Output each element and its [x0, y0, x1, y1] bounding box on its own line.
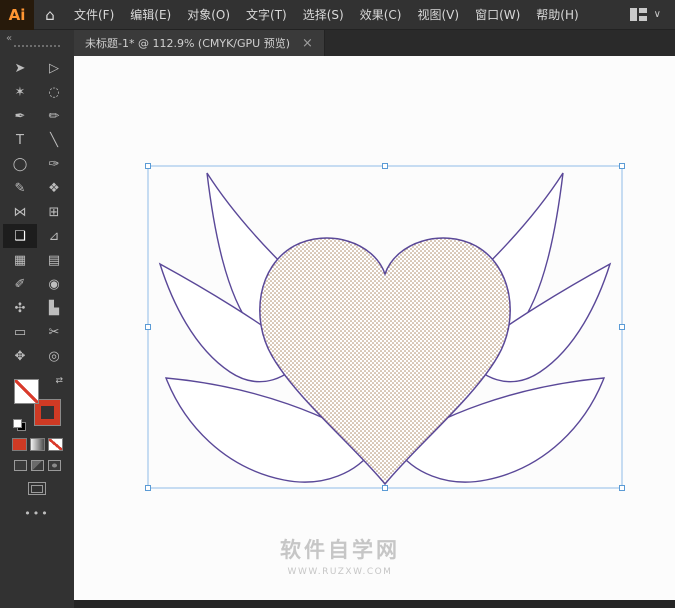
watermark-text: 软件自学网	[240, 534, 440, 564]
home-icon[interactable]: ⌂	[34, 6, 66, 24]
watermark: 软件自学网 WWW.RUZXW.COM	[240, 534, 440, 577]
swap-fill-stroke-icon[interactable]: ⇄	[55, 376, 63, 386]
paintbrush-tool[interactable]: ✑	[37, 152, 71, 176]
draw-normal-button[interactable]	[14, 460, 27, 471]
document-tab-bar: 未标题-1* @ 112.9% (CMYK/GPU 预览) ×	[74, 30, 675, 56]
selection-handle	[146, 486, 151, 491]
screen-mode-button[interactable]	[28, 482, 46, 495]
close-tab-icon[interactable]: ×	[302, 37, 313, 50]
shaper-tool[interactable]: ❖	[37, 176, 71, 200]
panel-grip[interactable]	[14, 45, 60, 47]
symbol-sprayer-tool[interactable]: ✣	[3, 296, 37, 320]
draw-inside-button[interactable]	[48, 460, 61, 471]
direct-selection-tool[interactable]: ▷	[37, 56, 71, 80]
line-tool[interactable]: ╲	[37, 128, 71, 152]
draw-behind-button[interactable]	[31, 460, 44, 471]
ellipse-tool[interactable]: ◯	[3, 152, 37, 176]
menu-view[interactable]: 视图(V)	[409, 0, 467, 30]
menu-window[interactable]: 窗口(W)	[467, 0, 528, 30]
eyedropper-tool[interactable]: ✐	[3, 272, 37, 296]
magic-wand-tool[interactable]: ✶	[3, 80, 37, 104]
app-logo: Ai	[0, 0, 34, 30]
selection-handle	[146, 325, 151, 330]
selection-handle	[146, 164, 151, 169]
document-tab[interactable]: 未标题-1* @ 112.9% (CMYK/GPU 预览) ×	[74, 30, 325, 56]
menu-object[interactable]: 对象(O)	[179, 0, 238, 30]
color-type-buttons	[12, 438, 63, 451]
pencil-tool[interactable]: ✎	[3, 176, 37, 200]
selection-handle	[620, 325, 625, 330]
mesh-tool[interactable]: ▦	[3, 248, 37, 272]
tool-grid: ➤ ▷ ✶ ◌ ✒ ✏ T ╲ ◯ ✑ ✎ ❖ ⋈ ⊞ ❑ ⊿ ▦ ▤ ✐ ◉	[3, 56, 71, 368]
selection-handle	[383, 486, 388, 491]
column-graph-tool[interactable]: ▙	[37, 296, 71, 320]
perspective-grid-tool[interactable]: ⊿	[37, 224, 71, 248]
default-colors-icon[interactable]	[13, 419, 25, 429]
curvature-tool[interactable]: ✏	[37, 104, 71, 128]
selection-handle	[383, 164, 388, 169]
artwork-svg[interactable]	[74, 56, 675, 600]
watermark-url: WWW.RUZXW.COM	[240, 567, 440, 577]
edit-toolbar-button[interactable]: •••	[24, 507, 49, 520]
zoom-tool[interactable]: ◎	[37, 344, 71, 368]
pen-tool[interactable]: ✒	[3, 104, 37, 128]
free-transform-tool[interactable]: ⊞	[37, 200, 71, 224]
menu-select[interactable]: 选择(S)	[295, 0, 352, 30]
slice-tool[interactable]: ✂	[37, 320, 71, 344]
tools-panel-header: «	[0, 30, 74, 56]
workspace-switcher[interactable]: ∨	[630, 8, 675, 21]
document-tab-title: 未标题-1* @ 112.9% (CMYK/GPU 预览)	[85, 35, 290, 51]
selection-tool[interactable]: ➤	[3, 56, 37, 80]
menu-bar: Ai ⌂ 文件(F) 编辑(E) 对象(O) 文字(T) 选择(S) 效果(C)…	[0, 0, 675, 30]
width-tool[interactable]: ⋈	[3, 200, 37, 224]
illustrator-window: Ai ⌂ 文件(F) 编辑(E) 对象(O) 文字(T) 选择(S) 效果(C)…	[0, 0, 675, 608]
fill-stroke-control: ⇄	[13, 378, 61, 426]
menu-effect[interactable]: 效果(C)	[352, 0, 410, 30]
none-button[interactable]	[48, 438, 63, 451]
menu-help[interactable]: 帮助(H)	[528, 0, 586, 30]
blend-tool[interactable]: ◉	[37, 272, 71, 296]
chevron-down-icon: ∨	[654, 9, 661, 20]
artboard-tool[interactable]: ▭	[3, 320, 37, 344]
status-strip	[74, 600, 675, 608]
menu-file[interactable]: 文件(F)	[66, 0, 122, 30]
artboard-canvas[interactable]: 软件自学网 WWW.RUZXW.COM	[74, 56, 675, 600]
fill-color-swatch[interactable]	[14, 379, 39, 404]
selection-handle	[620, 164, 625, 169]
lasso-tool[interactable]: ◌	[37, 80, 71, 104]
gradient-button[interactable]	[30, 438, 45, 451]
gradient-tool[interactable]: ▤	[37, 248, 71, 272]
workspace-grid-icon	[630, 8, 647, 21]
color-button[interactable]	[12, 438, 27, 451]
selection-handle	[620, 486, 625, 491]
menu-edit[interactable]: 编辑(E)	[122, 0, 179, 30]
tools-panel: « ➤ ▷ ✶ ◌ ✒ ✏ T ╲ ◯ ✑ ✎ ❖ ⋈ ⊞ ❑ ⊿ ▦	[0, 30, 74, 608]
hand-tool[interactable]: ✥	[3, 344, 37, 368]
type-tool[interactable]: T	[3, 128, 37, 152]
collapse-panel-icon[interactable]: «	[6, 33, 12, 44]
shape-builder-tool[interactable]: ❑	[3, 224, 37, 248]
drawing-mode-buttons	[14, 460, 61, 471]
menu-type[interactable]: 文字(T)	[238, 0, 295, 30]
